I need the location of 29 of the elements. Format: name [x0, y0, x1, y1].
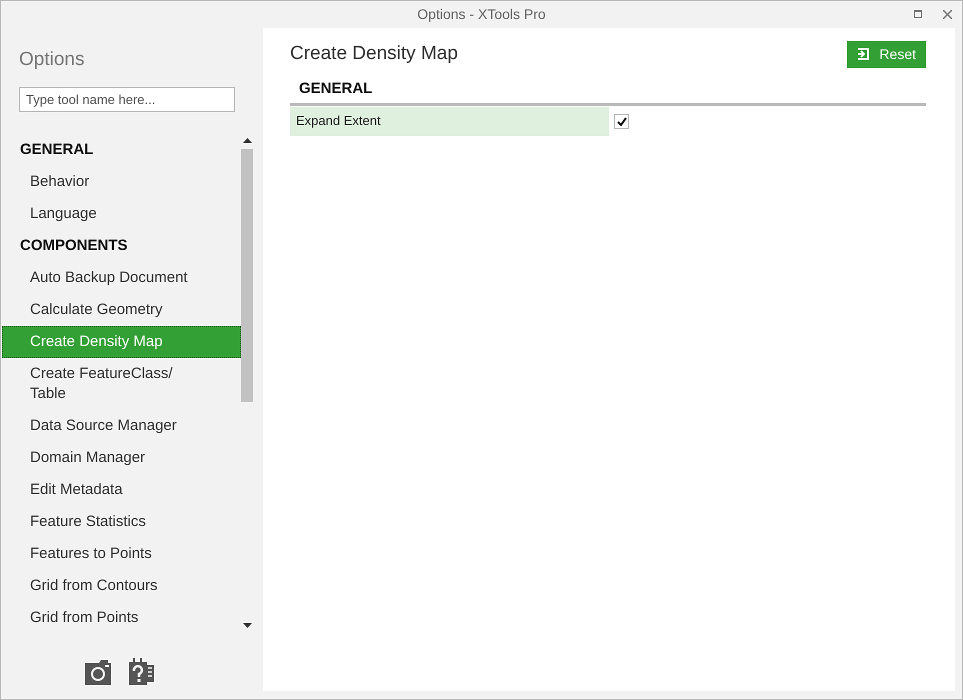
setting-label: Expand Extent [290, 106, 609, 136]
sidebar-item[interactable]: Grid from Contours [2, 570, 241, 602]
sidebar-item[interactable]: Auto Backup Document [2, 262, 241, 294]
sidebar-item[interactable]: Feature Statistics [2, 506, 241, 538]
page-title: Create Density Map [290, 42, 458, 66]
sidebar-item[interactable]: Domain Manager [2, 442, 241, 474]
maximize-icon[interactable] [914, 10, 922, 18]
group-heading: GENERAL [19, 140, 94, 160]
scroll-down-icon[interactable] [242, 623, 252, 628]
sidebar-item[interactable]: Create FeatureClass/ Table [2, 358, 241, 410]
checkmark-icon [616, 116, 626, 126]
camera-icon[interactable] [84, 658, 112, 686]
checkbox[interactable] [614, 114, 629, 128]
reset-icon [857, 48, 870, 60]
sidebar-item[interactable]: Behavior [2, 166, 241, 198]
close-icon[interactable] [943, 10, 952, 19]
sidebar-item[interactable]: Language [2, 198, 241, 230]
sidebar-item[interactable]: Features to Points [2, 538, 241, 570]
sidebar-item[interactable]: Calculate Geometry [2, 294, 241, 326]
sidebar-title: Options [18, 48, 86, 72]
scrollbar-thumb[interactable] [241, 149, 253, 402]
group-heading: COMPONENTS [19, 236, 129, 256]
window-title: Options - XTools Pro [417, 5, 546, 24]
help-book-icon[interactable] [128, 658, 156, 686]
sidebar-item[interactable]: Grid from Points [2, 602, 241, 634]
sidebar-item[interactable]: Edit Metadata [2, 474, 241, 506]
search-field[interactable]: Type tool name here... [19, 87, 235, 112]
scroll-up-icon[interactable] [242, 138, 252, 143]
sidebar-item[interactable]: Data Source Manager [2, 410, 241, 442]
